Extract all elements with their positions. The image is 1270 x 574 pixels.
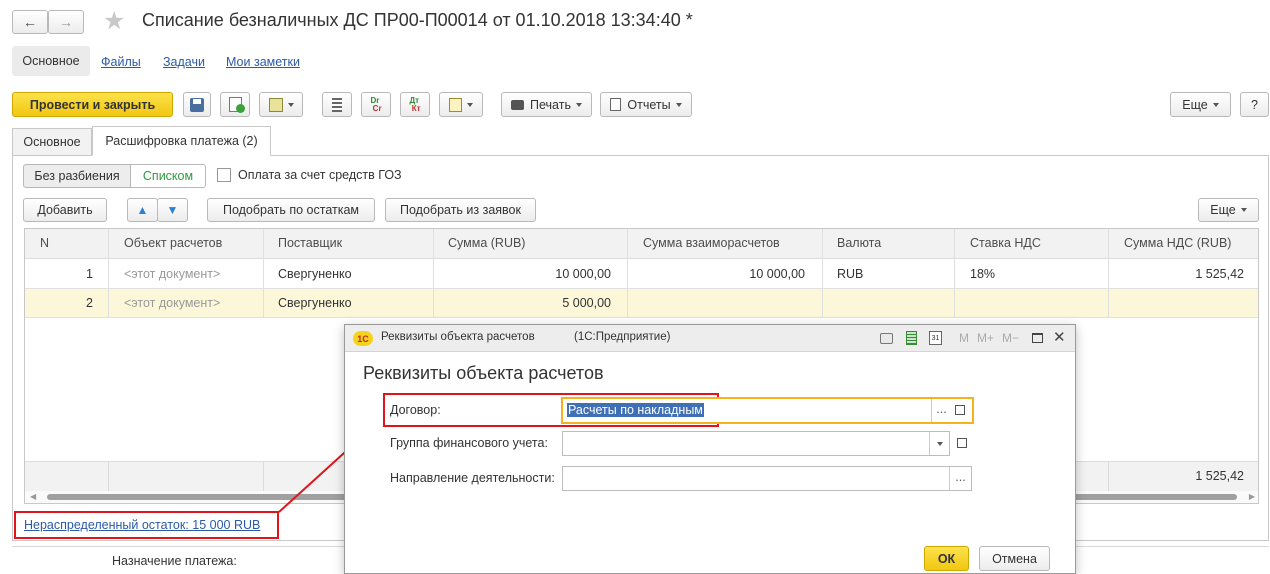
activity-direction-select-button[interactable]: ... [949, 467, 971, 490]
dialog-titlebar: 1С Реквизиты объекта расчетов (1С:Предпр… [345, 325, 1075, 352]
memory-plus-button[interactable]: M+ [977, 331, 994, 345]
activity-direction-input[interactable]: ... [562, 466, 972, 491]
contract-select-button[interactable]: ... [931, 399, 951, 422]
contract-label: Договор: [390, 403, 441, 417]
cancel-button[interactable]: Отмена [979, 546, 1050, 571]
financial-group-dropdown[interactable] [929, 432, 949, 455]
contract-value: Расчеты по накладным [567, 403, 704, 417]
close-icon[interactable]: ✕ [1053, 328, 1066, 346]
calendar-icon[interactable]: 31 [929, 331, 942, 345]
financial-group-input[interactable] [562, 431, 950, 456]
contract-input[interactable]: Расчеты по накладным ... [562, 398, 973, 423]
ok-button[interactable]: ОК [924, 546, 969, 571]
activity-direction-label: Направление деятельности: [390, 471, 555, 485]
maximize-icon[interactable] [1032, 333, 1043, 343]
dialog-app-title: Реквизиты объекта расчетов [381, 331, 535, 343]
details-dialog: 1С Реквизиты объекта расчетов (1С:Предпр… [344, 324, 1076, 574]
financial-group-open-icon[interactable] [957, 438, 967, 448]
contract-open-icon[interactable] [955, 405, 965, 415]
financial-group-label: Группа финансового учета: [390, 436, 548, 450]
memory-minus-button[interactable]: M− [1002, 331, 1019, 345]
dialog-heading: Реквизиты объекта расчетов [363, 363, 604, 383]
tab-payment-details[interactable]: Расшифровка платежа (2) [92, 126, 271, 156]
calculator-icon[interactable] [906, 331, 917, 345]
print-icon[interactable] [880, 333, 893, 344]
dialog-app-suffix: (1С:Предприятие) [574, 331, 671, 343]
memory-m-button[interactable]: M [959, 331, 969, 345]
1c-logo-icon: 1С [353, 331, 373, 346]
